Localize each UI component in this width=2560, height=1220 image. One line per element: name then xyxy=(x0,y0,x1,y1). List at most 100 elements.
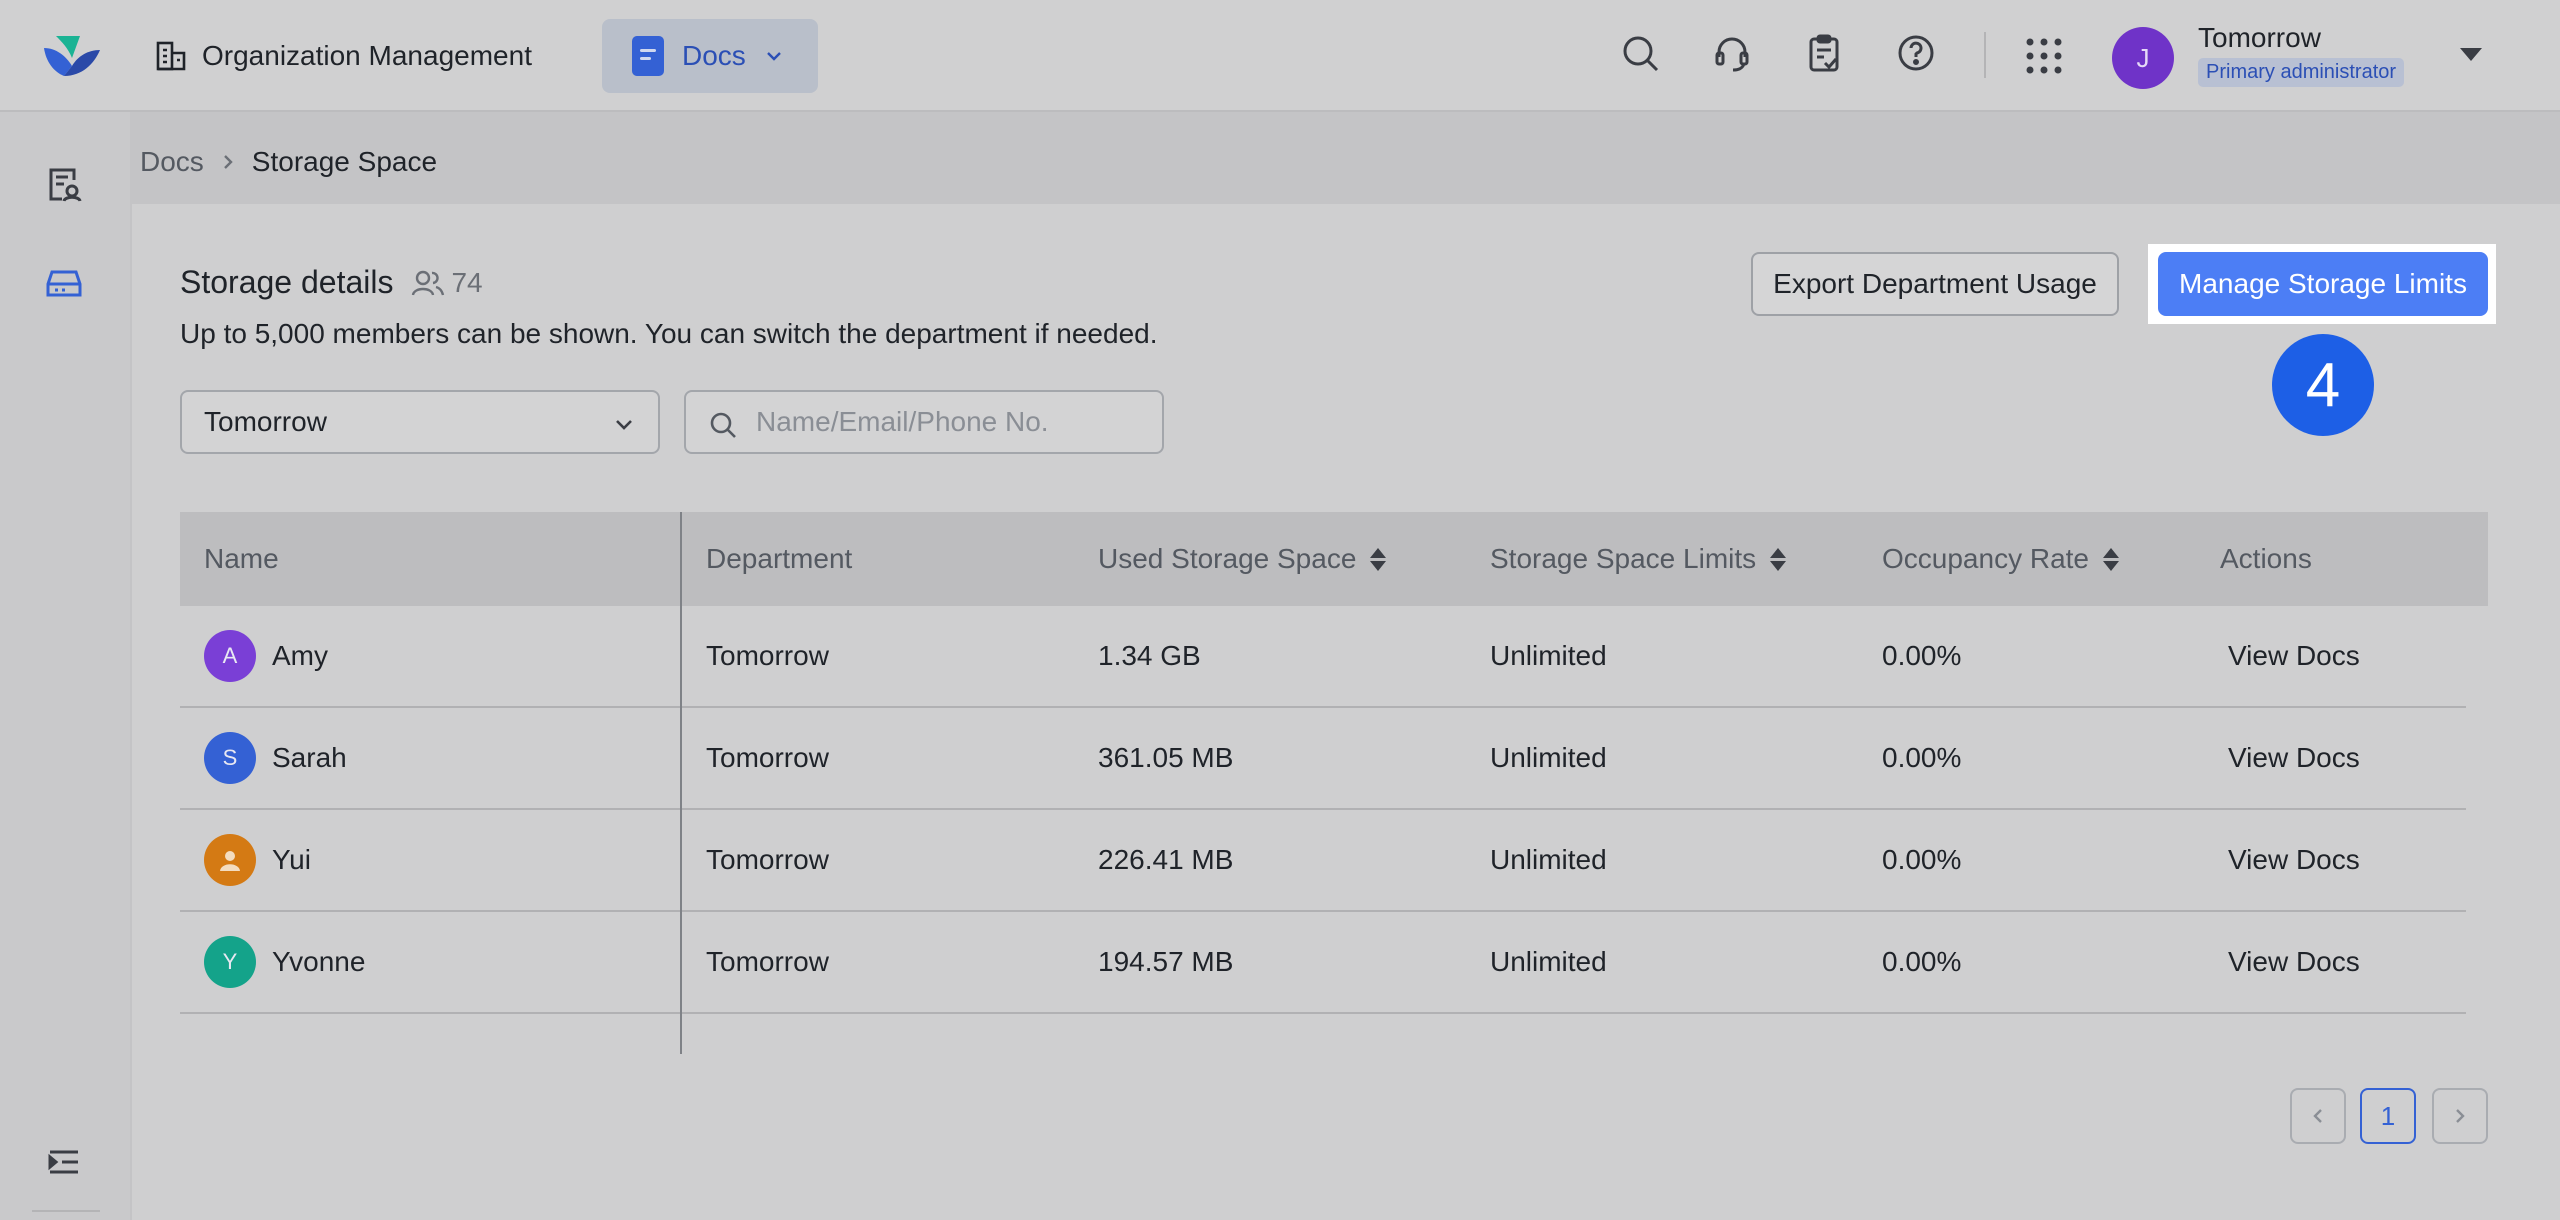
avatar xyxy=(204,834,256,886)
org-management-link[interactable]: Organization Management xyxy=(154,36,532,76)
search-button[interactable] xyxy=(1620,30,1660,76)
view-docs-link[interactable]: View Docs xyxy=(2228,606,2360,706)
apps-grid-icon[interactable] xyxy=(2024,36,2064,76)
table-row-partial xyxy=(180,1014,2466,1054)
column-header-name: Name xyxy=(204,512,279,606)
member-search-input[interactable] xyxy=(756,406,1146,438)
user-name[interactable]: Tomorrow xyxy=(2198,22,2321,54)
page-title: Storage details xyxy=(180,264,394,300)
view-docs-link[interactable]: View Docs xyxy=(2228,708,2360,808)
expand-sidebar-icon[interactable] xyxy=(44,1142,84,1182)
top-bar: Organization Management Docs J Tomorrow … xyxy=(0,0,2560,112)
storage-table: Name Department Used Storage Space Stora… xyxy=(180,512,2488,1054)
member-search-field[interactable] xyxy=(684,390,1164,454)
help-button[interactable] xyxy=(1896,30,1936,76)
chevron-right-icon xyxy=(223,155,233,169)
name-cell: S Sarah xyxy=(204,708,347,808)
toolbar-divider xyxy=(1984,32,1986,78)
chevron-right-icon xyxy=(2456,1109,2465,1123)
table-header: Name Department Used Storage Space Stora… xyxy=(180,512,2488,606)
search-icon xyxy=(1623,36,1659,72)
storage-limit-cell: Unlimited xyxy=(1490,946,1607,977)
docs-icon xyxy=(632,36,664,76)
department-cell: Tomorrow xyxy=(706,742,829,773)
column-header-used-storage[interactable]: Used Storage Space xyxy=(1098,512,1387,606)
column-header-storage-limits[interactable]: Storage Space Limits xyxy=(1490,512,1787,606)
member-count-value: 74 xyxy=(451,266,483,298)
support-button[interactable] xyxy=(1712,30,1752,76)
member-name: Sarah xyxy=(272,742,347,773)
sort-icon[interactable] xyxy=(2103,547,2119,571)
avatar: S xyxy=(204,732,256,784)
used-storage-cell: 1.34 GB xyxy=(1098,640,1201,671)
storage-limit-cell: Unlimited xyxy=(1490,640,1607,671)
view-docs-link[interactable]: View Docs xyxy=(2228,912,2360,1012)
manage-storage-limits-button[interactable]: Manage Storage Limits xyxy=(2158,252,2488,316)
documents-nav-icon[interactable] xyxy=(44,164,84,204)
pagination-page-current[interactable]: 1 xyxy=(2360,1088,2416,1144)
user-role-badge: Primary administrator xyxy=(2198,58,2405,87)
table-row: Y Yvonne Tomorrow 194.57 MB Unlimited 0.… xyxy=(180,912,2466,1014)
column-label: Occupancy Rate xyxy=(1882,543,2089,574)
app-logo-icon[interactable] xyxy=(42,34,102,78)
breadcrumb-docs-link[interactable]: Docs xyxy=(140,146,204,178)
sort-icon[interactable] xyxy=(1370,547,1387,571)
column-label: Department xyxy=(706,543,853,574)
chevron-down-icon xyxy=(616,420,632,430)
column-label: Used Storage Space xyxy=(1098,543,1357,574)
column-header-department: Department xyxy=(706,512,852,606)
storage-limit-cell: Unlimited xyxy=(1490,844,1607,875)
rail-divider xyxy=(32,1210,100,1212)
column-header-occupancy-rate[interactable]: Occupancy Rate xyxy=(1882,512,2119,606)
avatar: Y xyxy=(204,936,256,988)
breadcrumb-current: Storage Space xyxy=(251,146,438,177)
department-select[interactable]: Tomorrow xyxy=(180,390,660,454)
member-count: 74 xyxy=(411,266,483,299)
person-icon xyxy=(220,851,240,871)
name-cell xyxy=(204,1034,272,1054)
department-cell: Tomorrow xyxy=(706,946,829,977)
department-select-value: Tomorrow xyxy=(204,406,327,437)
storage-details-heading: Storage details 74 xyxy=(180,264,483,301)
tasks-button[interactable] xyxy=(1804,30,1844,76)
name-cell: A Amy xyxy=(204,606,328,706)
pagination-prev-button[interactable] xyxy=(2290,1088,2346,1144)
column-label: Storage Space Limits xyxy=(1490,543,1757,574)
member-name: Amy xyxy=(272,640,328,671)
storage-limit-cell: Unlimited xyxy=(1490,742,1607,773)
view-docs-link[interactable]: View Docs xyxy=(2228,810,2360,910)
org-management-label: Organization Management xyxy=(202,40,532,71)
member-name: Yvonne xyxy=(272,946,366,977)
building-icon xyxy=(156,41,186,71)
headset-icon xyxy=(1715,37,1749,72)
breadcrumb: Docs Storage Space xyxy=(140,142,437,182)
sort-icon[interactable] xyxy=(1770,547,1787,571)
used-storage-cell: 226.41 MB xyxy=(1098,844,1234,875)
avatar: A xyxy=(204,630,256,682)
occupancy-rate-cell: 0.00% xyxy=(1882,640,1962,671)
members-icon xyxy=(412,270,445,295)
storage-nav-icon[interactable] xyxy=(44,262,84,302)
help-icon xyxy=(1898,35,1934,71)
column-label: Actions xyxy=(2220,543,2312,574)
clipboard-check-icon xyxy=(1809,34,1839,72)
pagination-next-button[interactable] xyxy=(2432,1088,2488,1144)
name-cell: Y Yvonne xyxy=(204,912,365,1012)
frozen-column-divider xyxy=(680,512,682,1054)
used-storage-cell: 194.57 MB xyxy=(1098,946,1234,977)
occupancy-rate-cell: 0.00% xyxy=(1882,946,1962,977)
used-storage-cell: 361.05 MB xyxy=(1098,742,1234,773)
column-header-actions: Actions xyxy=(2220,512,2312,606)
storage-subtitle: Up to 5,000 members can be shown. You ca… xyxy=(180,318,1158,349)
user-avatar[interactable]: J xyxy=(2112,27,2174,89)
user-menu-caret-icon[interactable] xyxy=(2460,48,2482,61)
chevron-left-icon xyxy=(2313,1109,2322,1123)
docs-app-tab[interactable]: Docs xyxy=(602,19,818,93)
export-department-usage-button[interactable]: Export Department Usage xyxy=(1751,252,2119,316)
column-label: Name xyxy=(204,543,279,574)
table-row: S Sarah Tomorrow 361.05 MB Unlimited 0.0… xyxy=(180,708,2466,810)
name-cell: Yui xyxy=(204,810,311,910)
docs-tab-label: Docs xyxy=(682,40,746,71)
step-number-badge: 4 xyxy=(2272,334,2374,436)
table-row: Yui Tomorrow 226.41 MB Unlimited 0.00% V… xyxy=(180,810,2466,912)
